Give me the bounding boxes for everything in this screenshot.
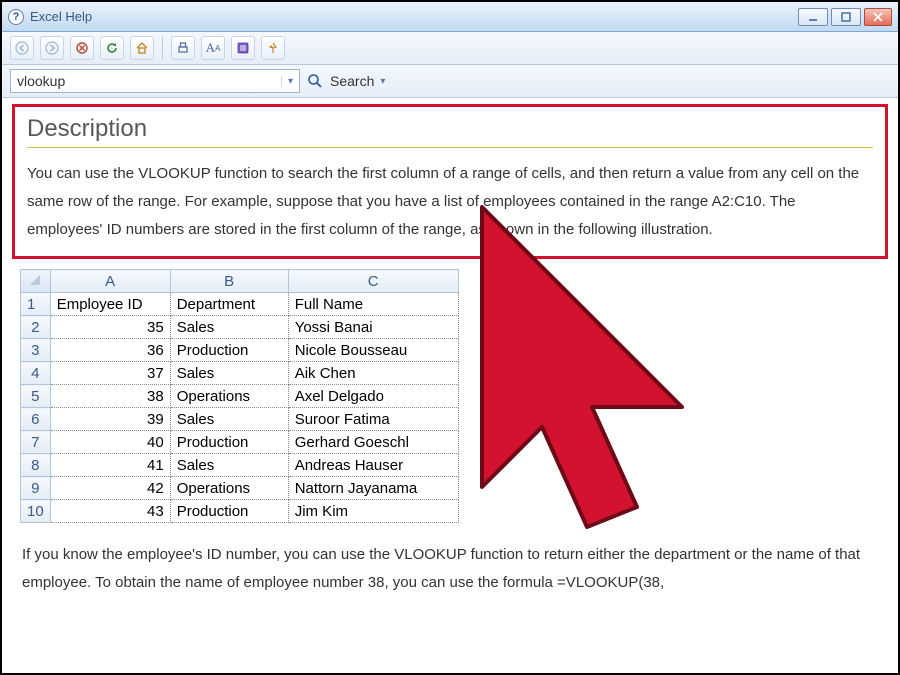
row-header[interactable]: 6 xyxy=(21,408,51,431)
search-button-label[interactable]: Search xyxy=(330,73,374,89)
help-app-icon: ? xyxy=(8,9,24,25)
cell[interactable]: 43 xyxy=(50,500,170,523)
cell[interactable]: Operations xyxy=(170,385,288,408)
row-header[interactable]: 2 xyxy=(21,316,51,339)
row-header[interactable]: 10 xyxy=(21,500,51,523)
table-row: 5 38 Operations Axel Delgado xyxy=(21,385,459,408)
minimize-button[interactable] xyxy=(798,8,828,26)
cell[interactable]: Production xyxy=(170,339,288,362)
back-button[interactable] xyxy=(10,36,34,60)
font-size-button[interactable]: AA xyxy=(201,36,225,60)
select-all-corner[interactable] xyxy=(21,270,51,293)
window-title: Excel Help xyxy=(30,9,798,24)
row-header[interactable]: 4 xyxy=(21,362,51,385)
column-header-a[interactable]: A xyxy=(50,270,170,293)
close-button[interactable] xyxy=(864,8,892,26)
cell[interactable]: Aik Chen xyxy=(288,362,458,385)
table-row: 4 37 Sales Aik Chen xyxy=(21,362,459,385)
column-header-b[interactable]: B xyxy=(170,270,288,293)
cell[interactable]: Production xyxy=(170,500,288,523)
forward-button[interactable] xyxy=(40,36,64,60)
table-row: 7 40 Production Gerhard Goeschl xyxy=(21,431,459,454)
help-content: Description You can use the VLOOKUP func… xyxy=(2,98,898,607)
table-row: 1 Employee ID Department Full Name xyxy=(21,293,459,316)
row-header[interactable]: 8 xyxy=(21,454,51,477)
row-header[interactable]: 1 xyxy=(21,293,51,316)
window-controls xyxy=(798,8,892,26)
row-header[interactable]: 9 xyxy=(21,477,51,500)
search-field[interactable]: ▾ xyxy=(10,69,300,93)
column-header-c[interactable]: C xyxy=(288,270,458,293)
maximize-button[interactable] xyxy=(831,8,861,26)
cell[interactable]: Department xyxy=(170,293,288,316)
cell[interactable]: Operations xyxy=(170,477,288,500)
cell[interactable]: 37 xyxy=(50,362,170,385)
print-button[interactable] xyxy=(171,36,195,60)
cell[interactable]: Andreas Hauser xyxy=(288,454,458,477)
stop-button[interactable] xyxy=(70,36,94,60)
table-row: 6 39 Sales Suroor Fatima xyxy=(21,408,459,431)
row-header[interactable]: 7 xyxy=(21,431,51,454)
row-header[interactable]: 3 xyxy=(21,339,51,362)
nav-toolbar: AA xyxy=(2,32,898,65)
cell[interactable]: Yossi Banai xyxy=(288,316,458,339)
description-heading: Description xyxy=(27,115,873,148)
cell[interactable]: Full Name xyxy=(288,293,458,316)
home-button[interactable] xyxy=(130,36,154,60)
description-section: Description You can use the VLOOKUP func… xyxy=(12,104,888,259)
table-row: 10 43 Production Jim Kim xyxy=(21,500,459,523)
toolbar-separator xyxy=(162,37,163,59)
table-row: 9 42 Operations Nattorn Jayanama xyxy=(21,477,459,500)
cell[interactable]: Employee ID xyxy=(50,293,170,316)
toc-button[interactable] xyxy=(231,36,255,60)
cell[interactable]: 39 xyxy=(50,408,170,431)
followup-text: If you know the employee's ID number, yo… xyxy=(12,541,888,597)
cell[interactable]: 42 xyxy=(50,477,170,500)
cell[interactable]: 35 xyxy=(50,316,170,339)
description-body: You can use the VLOOKUP function to sear… xyxy=(27,160,873,244)
cell[interactable]: 38 xyxy=(50,385,170,408)
cell[interactable]: Nicole Bousseau xyxy=(288,339,458,362)
row-header[interactable]: 5 xyxy=(21,385,51,408)
search-icon[interactable] xyxy=(306,72,324,90)
cell[interactable]: Sales xyxy=(170,408,288,431)
refresh-button[interactable] xyxy=(100,36,124,60)
cell[interactable]: Nattorn Jayanama xyxy=(288,477,458,500)
search-dropdown-icon[interactable]: ▾ xyxy=(281,76,299,87)
window-titlebar: ? Excel Help xyxy=(2,2,898,32)
example-spreadsheet: A B C 1 Employee ID Department Full Name… xyxy=(20,269,459,523)
search-input[interactable] xyxy=(11,73,281,89)
table-row: 3 36 Production Nicole Bousseau xyxy=(21,339,459,362)
search-menu-chevron-icon[interactable]: ▾ xyxy=(380,76,385,87)
cell[interactable]: Sales xyxy=(170,316,288,339)
cell[interactable]: Axel Delgado xyxy=(288,385,458,408)
search-toolbar: ▾ Search ▾ xyxy=(2,65,898,98)
table-row: 8 41 Sales Andreas Hauser xyxy=(21,454,459,477)
pin-button[interactable] xyxy=(261,36,285,60)
cell[interactable]: Sales xyxy=(170,362,288,385)
table-row: 2 35 Sales Yossi Banai xyxy=(21,316,459,339)
cell[interactable]: 40 xyxy=(50,431,170,454)
cell[interactable]: Suroor Fatima xyxy=(288,408,458,431)
cell[interactable]: Sales xyxy=(170,454,288,477)
cell[interactable]: Production xyxy=(170,431,288,454)
cell[interactable]: Gerhard Goeschl xyxy=(288,431,458,454)
cell[interactable]: 41 xyxy=(50,454,170,477)
cell[interactable]: 36 xyxy=(50,339,170,362)
cell[interactable]: Jim Kim xyxy=(288,500,458,523)
